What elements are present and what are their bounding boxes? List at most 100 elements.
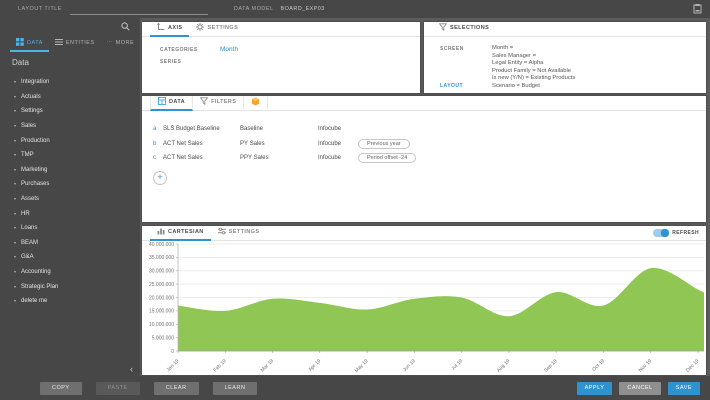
data-blocks-panel: DATA FILTERS aSLS Budget BaselineBaselin…: [142, 96, 706, 222]
sidebar-item-beam[interactable]: ▾BEAM: [0, 236, 140, 251]
block-name: ACT Net Sales: [163, 141, 240, 147]
sidebar-item-label: Settings: [21, 108, 43, 114]
screenshot-icon[interactable]: [693, 4, 702, 14]
tab-axis[interactable]: AXIS: [150, 22, 189, 37]
caret-down-icon: ▾: [14, 226, 16, 230]
sidebar-item-label: Marketing: [21, 167, 47, 173]
tab-axis-settings[interactable]: SETTINGS: [189, 22, 245, 37]
layout-title-input[interactable]: [70, 7, 208, 15]
chart-panel: CARTESIAN SETTINGS REFRESH 05.000.00010.…: [142, 226, 706, 375]
tab-label: DATA: [169, 99, 185, 105]
collapse-sidebar-icon[interactable]: ‹: [130, 365, 133, 374]
sidebar-item-integration[interactable]: ▾Integration: [0, 75, 140, 90]
sidebar-item-hr[interactable]: ▾HR: [0, 206, 140, 221]
svg-text:Oct 19: Oct 19: [591, 358, 606, 373]
sidebar-item-marketing[interactable]: ▾ Marketing: [0, 163, 140, 178]
refresh-toggle[interactable]: REFRESH: [653, 229, 699, 237]
tab-label: FILTERS: [211, 99, 236, 105]
block-time-function-pill[interactable]: Period offset -24: [358, 153, 416, 163]
search-icon[interactable]: [121, 22, 130, 31]
data-model-label: DATA MODEL: [234, 6, 274, 12]
caret-down-icon: ▾: [14, 197, 16, 201]
sidebar-item-loans[interactable]: ▾Loans: [0, 221, 140, 236]
sidebar-item-label: Purchases: [21, 181, 49, 187]
svg-text:Dec 19: Dec 19: [685, 358, 701, 374]
sidebar-item-sales[interactable]: ▾Sales: [0, 119, 140, 134]
sidebar-tab-more[interactable]: ⋯ MORE: [101, 35, 141, 52]
sidebar-item-strategic-plan[interactable]: ▾Strategic Plan: [0, 279, 140, 294]
caret-down-icon: ▾: [14, 299, 16, 303]
selection-line: Product Family = Not Available: [492, 68, 575, 76]
axes-icon: [157, 23, 165, 33]
block-letter: b: [153, 141, 163, 147]
tab-data[interactable]: DATA: [150, 96, 193, 111]
tab-filters[interactable]: FILTERS: [193, 96, 244, 111]
sidebar-item-label: Production: [21, 138, 50, 144]
categories-value[interactable]: Month: [220, 46, 238, 53]
block-source: Infocube: [318, 141, 358, 147]
footer-right-buttons: APPLY CANCEL SAVE: [577, 382, 700, 395]
tab-cartesian[interactable]: CARTESIAN: [150, 226, 211, 241]
layout-title-label: LAYOUT TITLE: [18, 6, 62, 12]
svg-text:May 19: May 19: [354, 358, 370, 374]
funnel-icon: [200, 97, 208, 107]
copy-button[interactable]: COPY: [40, 382, 82, 395]
cancel-button[interactable]: CANCEL: [619, 382, 660, 395]
add-block-button[interactable]: +: [153, 171, 167, 185]
bar-chart-icon: [157, 227, 165, 237]
paste-button: PASTE: [96, 382, 140, 395]
svg-text:Apr 19: Apr 19: [308, 358, 323, 373]
sidebar-item-g-a[interactable]: ▾G&A: [0, 250, 140, 265]
sidebar-item-settings[interactable]: ▾ Settings: [0, 104, 140, 119]
save-button[interactable]: SAVE: [668, 382, 700, 395]
series-label: SERIES: [160, 59, 202, 65]
sidebar-item-actuals[interactable]: ▾Actuals: [0, 90, 140, 105]
tab-blocks[interactable]: [244, 96, 268, 111]
block-time-function-pill[interactable]: Previous year: [358, 139, 410, 149]
svg-text:Nov 19: Nov 19: [638, 358, 654, 374]
sidebar-item-label: G&A: [21, 254, 34, 260]
sidebar-item-label: Accounting: [21, 269, 51, 275]
ellipsis-icon: ⋯: [107, 40, 113, 46]
caret-down-icon: ▾: [14, 241, 16, 245]
refresh-label: REFRESH: [672, 230, 699, 236]
sidebar-item-assets[interactable]: ▾Assets: [0, 192, 140, 207]
selections-title: SELECTIONS: [432, 22, 496, 37]
svg-text:20.000.000: 20.000.000: [149, 295, 174, 301]
sidebar-item-label: delete me: [21, 298, 47, 304]
svg-text:Jul 19: Jul 19: [450, 358, 464, 372]
clear-button[interactable]: CLEAR: [154, 382, 199, 395]
sidebar-item-label: HR: [21, 211, 30, 217]
layout-link[interactable]: LAYOUT: [440, 83, 463, 89]
sidebar-item-production[interactable]: ▾ Production: [0, 133, 140, 148]
data-block-row[interactable]: aSLS Budget BaselineBaselineInfocube: [153, 122, 706, 137]
data-block-row[interactable]: bACT Net SalesPY SalesInfocubePrevious y…: [153, 137, 706, 152]
apply-button[interactable]: APPLY: [577, 382, 613, 395]
learn-button[interactable]: LEARN: [213, 382, 258, 395]
sidebar-tab-label: MORE: [116, 40, 135, 46]
selection-line: Scenario = Budget: [492, 83, 575, 91]
block-name: ACT Net Sales: [163, 155, 240, 161]
sidebar-item-accounting[interactable]: ▾Accounting: [0, 265, 140, 280]
svg-text:Mar 19: Mar 19: [260, 358, 275, 373]
sidebar-heading: Data: [12, 58, 29, 67]
caret-down-icon: ▾: [14, 109, 16, 113]
tab-chart-settings[interactable]: SETTINGS: [211, 226, 267, 241]
panel-title: SELECTIONS: [450, 25, 489, 31]
sidebar-item-label: TMP: [21, 152, 34, 158]
sidebar-item-delete-me[interactable]: ▾ delete me: [0, 294, 140, 309]
toggle-switch-icon: [653, 229, 669, 237]
caret-down-icon: ▾: [14, 182, 16, 186]
block-source: Infocube: [318, 155, 358, 161]
selections-panel-header: SELECTIONS: [424, 22, 706, 37]
caret-down-icon: ▾: [14, 80, 16, 84]
caret-down-icon: ▾: [14, 124, 16, 128]
sidebar: DATA ENTITIES ⋯ MORE Data ▾Integration▾A…: [0, 18, 140, 376]
caret-down-icon: ▾: [14, 168, 16, 172]
sidebar-tab-data[interactable]: DATA: [10, 35, 49, 52]
sidebar-item-purchases[interactable]: ▾ Purchases: [0, 177, 140, 192]
caret-down-icon: ▾: [14, 139, 16, 143]
sidebar-tab-entities[interactable]: ENTITIES: [49, 35, 101, 52]
sidebar-item-tmp[interactable]: ▾TMP: [0, 148, 140, 163]
data-block-row[interactable]: cACT Net SalesPPY SalesInfocubePeriod of…: [153, 151, 706, 166]
